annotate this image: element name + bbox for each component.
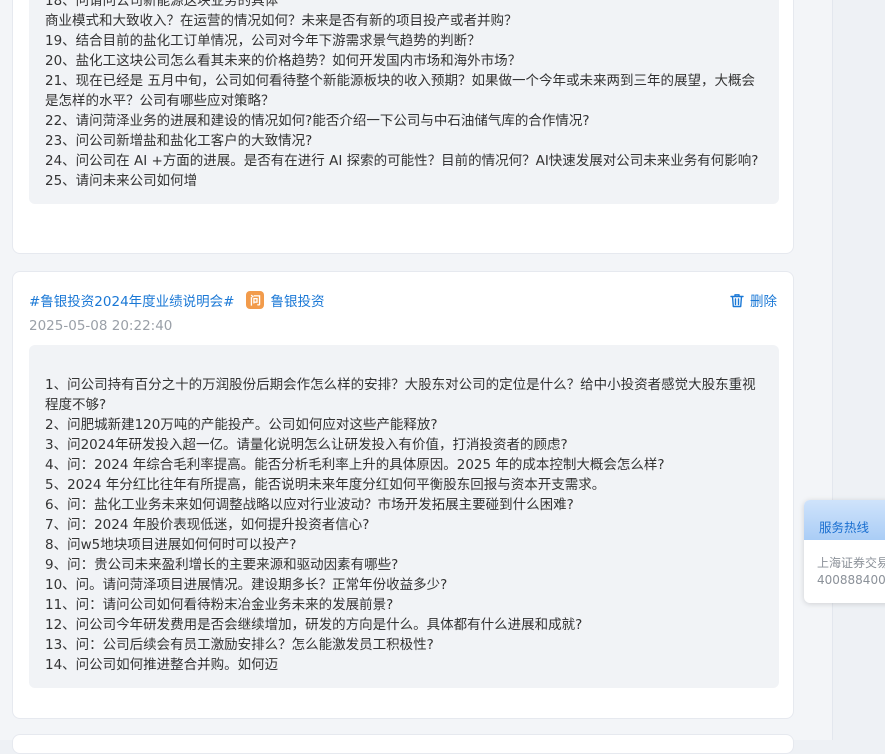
question-line: 7、问：2024 年股价表现低迷，如何提升投资者信心?: [45, 517, 370, 533]
hotline-info: 上海证券交易所 4008884009: [804, 540, 885, 589]
question-line: 2、问肥城新建120万吨的产能投产。公司如何应对这些产能释放?: [45, 417, 438, 433]
question-box: 1、问公司持有百分之十的万润股份后期会作怎么样的安排？大股东对公司的定位是什么？…: [29, 345, 779, 688]
service-hotline-widget: 服务热线 上海证券交易所 4008884009: [804, 500, 885, 603]
question-line: 6、问：盐化工业务未来如何调整战略以应对行业波动？市场开发拓展主要碰到什么困难?: [45, 497, 574, 513]
question-line: 商业模式和大致收入？在运营的情况如何？未来是否有新的项目投产或者并购？: [45, 13, 518, 29]
trash-icon: [730, 293, 744, 307]
post-timestamp: 2025-05-08 20:22:40: [29, 318, 173, 334]
question-line: 25、请问未来公司如何增: [45, 173, 198, 189]
right-sidebar: [832, 0, 885, 740]
qa-card-previous: 18、问请问公司新能源这块业务的具体 商业模式和大致收入？在运营的情况如何？未来…: [12, 0, 794, 254]
question-line: 24、问公司在 AI +方面的进展。是否有在进行 AI 探索的可能性？目前的情况…: [45, 153, 759, 169]
hotline-tab[interactable]: 服务热线: [804, 500, 885, 540]
question-line: 9、问：贵公司未来盈利增长的主要来源和驱动因素有哪些?: [45, 557, 399, 573]
qa-card: #鲁银投资2024年度业绩说明会# 问 鲁银投资 删除 2025-05-08 2…: [12, 271, 794, 719]
question-line: 22、请问菏泽业务的进展和建设的情况如何?能否介绍一下公司与中石油储气库的合作情…: [45, 113, 590, 129]
question-box: 18、问请问公司新能源这块业务的具体 商业模式和大致收入？在运营的情况如何？未来…: [29, 0, 779, 204]
question-line: 3、问2024年研发投入超一亿。请量化说明怎么让研发投入有价值，打消投资者的顾虑…: [45, 437, 568, 453]
asker-name: 鲁银投资: [270, 294, 325, 310]
question-badge-icon: 问: [246, 291, 265, 309]
question-line: 21、现在已经是 五月中旬，公司如何看待整个新能源板块的收入预期？如果做一个今年…: [45, 73, 755, 109]
question-line: 20、盐化工这块公司怎么看其未来的价格趋势？如何开发国内市场和海外市场？: [45, 53, 522, 69]
hotline-phone: 4008884009: [817, 573, 885, 587]
question-line: 11、问：请问公司如何看待粉末冶金业务未来的发展前景?: [45, 597, 394, 613]
question-line: 4、问：2024 年综合毛利率提高。能否分析毛利率上升的具体原因。2025 年的…: [45, 457, 665, 473]
question-line: 1、问公司持有百分之十的万润股份后期会作怎么样的安排？大股东对公司的定位是什么？…: [45, 377, 756, 413]
question-line: 13、问：公司后续会有员工激励安排么？怎么能激发员工积极性?: [45, 637, 434, 653]
card-header: #鲁银投资2024年度业绩说明会# 问 鲁银投资: [29, 289, 324, 311]
topic-link[interactable]: #鲁银投资2024年度业绩说明会#: [29, 290, 234, 310]
question-line: 5、2024 年分红比往年有所提高，能否说明未来年度分红如何平衡股东回报与资本开…: [45, 477, 606, 493]
question-line: 14、问公司如何推进整合并购。如何迈: [45, 657, 279, 673]
qa-card-next: [12, 734, 794, 754]
question-line: 8、问w5地块项目进展如何何时可以投产?: [45, 537, 297, 553]
asker-link[interactable]: 问 鲁银投资: [246, 290, 324, 310]
question-line: 12、问公司今年研发费用是否会继续增加，研发的方向是什么。具体都有什么进展和成就…: [45, 617, 583, 633]
content-column: 18、问请问公司新能源这块业务的具体 商业模式和大致收入？在运营的情况如何？未来…: [0, 0, 832, 754]
delete-button[interactable]: 删除: [730, 290, 777, 310]
hotline-org: 上海证券交易所: [817, 556, 885, 570]
question-line: 19、结合目前的盐化工订单情况，公司对今年下游需求景气趋势的判断？: [45, 33, 481, 49]
question-line: 18、问请问公司新能源这块业务的具体: [45, 0, 279, 9]
question-line: 10、问。请问菏泽项目进展情况。建设期多长？正常年份收益多少?: [45, 577, 448, 593]
delete-label: 删除: [750, 294, 777, 310]
question-line: 23、问公司新增盐和盐化工客户的大致情况?: [45, 133, 313, 149]
